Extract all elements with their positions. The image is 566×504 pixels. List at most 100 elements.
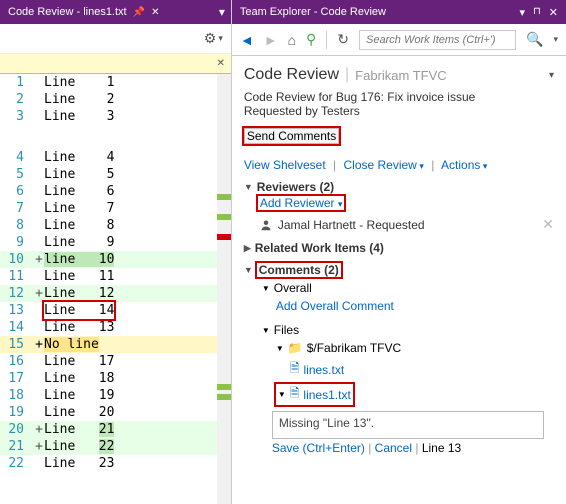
gear-caret-icon[interactable]: ▾ bbox=[218, 33, 223, 44]
file-link[interactable]: lines.txt bbox=[304, 363, 345, 377]
code-line[interactable]: 3Line 3 bbox=[0, 108, 231, 125]
overview-ruler[interactable] bbox=[217, 74, 231, 504]
code-line[interactable]: 20+Line 21 bbox=[0, 421, 231, 438]
close-review-link[interactable]: Close Review bbox=[343, 158, 416, 172]
diff-marker: + bbox=[34, 285, 44, 302]
send-comments-button[interactable]: Send Comments bbox=[244, 128, 339, 144]
line-number: 3 bbox=[0, 108, 34, 125]
search-input[interactable] bbox=[359, 30, 516, 50]
file-node-expanded[interactable]: ▼ 🗎 lines1.txt bbox=[276, 382, 554, 407]
close-tab-icon[interactable]: ✕ bbox=[151, 7, 159, 18]
line-number: 22 bbox=[0, 455, 34, 472]
remove-reviewer-icon[interactable]: ✕ bbox=[542, 216, 554, 233]
code-line[interactable]: 17Line 18 bbox=[0, 370, 231, 387]
code-line[interactable]: 2 Line 2 bbox=[0, 91, 231, 108]
triangle-down-icon: ▼ bbox=[278, 390, 286, 399]
gear-icon[interactable]: ⚙ bbox=[204, 30, 217, 47]
team-explorer-title-bar: Team Explorer - Code Review ▾ ⊓ ✕ bbox=[232, 0, 566, 24]
add-reviewer-link[interactable]: Add Reviewer ▾ bbox=[258, 196, 345, 210]
back-icon[interactable]: ◄ bbox=[240, 32, 254, 48]
triangle-down-icon: ▼ bbox=[276, 344, 284, 353]
diff-marker: + bbox=[34, 421, 44, 438]
overall-node[interactable]: ▼ Overall bbox=[262, 279, 554, 297]
code-line[interactable]: 19Line 20 bbox=[0, 404, 231, 421]
code-line[interactable]: 16Line 17 bbox=[0, 353, 231, 370]
reviewer-name: Jamal Hartnett - Requested bbox=[278, 218, 425, 232]
line-number: 2 bbox=[0, 91, 34, 108]
team-explorer-body: Code Review | Fabrikam TFVC ▾ Code Revie… bbox=[232, 56, 566, 504]
actions-caret[interactable]: ▾ bbox=[480, 161, 487, 171]
line-text: Line 14 bbox=[44, 302, 114, 319]
editor-tab-bar: Code Review - lines1.txt 📌 ✕ ▾ bbox=[0, 0, 231, 24]
code-line[interactable]: 7Line 7 bbox=[0, 200, 231, 217]
line-number: 11 bbox=[0, 268, 34, 285]
line-text: Line 2 bbox=[44, 91, 114, 108]
title-caret-icon[interactable]: ▾ bbox=[549, 70, 554, 81]
code-line[interactable]: 8Line 8 bbox=[0, 217, 231, 234]
home-icon[interactable]: ⌂ bbox=[288, 32, 296, 48]
files-node[interactable]: ▼ Files bbox=[262, 321, 554, 339]
save-comment-link[interactable]: Save (Ctrl+Enter) bbox=[272, 441, 365, 455]
diff-marker: + bbox=[34, 336, 44, 353]
close-icon[interactable]: ✕ bbox=[549, 6, 558, 19]
editor-tab[interactable]: Code Review - lines1.txt 📌 ✕ bbox=[0, 0, 167, 24]
line-number: 16 bbox=[0, 353, 34, 370]
requested-by: Requested by Testers bbox=[244, 104, 554, 118]
line-number: 20 bbox=[0, 421, 34, 438]
refresh-icon[interactable]: ↻ bbox=[337, 31, 349, 48]
reviewers-header[interactable]: ▼ Reviewers (2) bbox=[244, 180, 554, 194]
line-number: 12 bbox=[0, 285, 34, 302]
project-name: Fabrikam TFVC bbox=[355, 68, 447, 83]
code-line[interactable]: 15+No line bbox=[0, 336, 231, 353]
pin-icon[interactable]: 📌 bbox=[133, 7, 145, 18]
line-number: 15 bbox=[0, 336, 34, 353]
line-number: 10 bbox=[0, 251, 34, 268]
comment-text[interactable]: Missing "Line 13". bbox=[272, 411, 544, 439]
code-line[interactable]: 12+Line 12 bbox=[0, 285, 231, 302]
diff-marker: + bbox=[34, 251, 44, 268]
actions-link[interactable]: Actions bbox=[441, 158, 480, 172]
line-text: Line 4 bbox=[44, 149, 114, 166]
info-bar: ✕ bbox=[0, 54, 231, 74]
related-work-items-header[interactable]: ▶ Related Work Items (4) bbox=[244, 241, 554, 255]
close-review-caret[interactable]: ▾ bbox=[417, 161, 424, 171]
comments-header[interactable]: ▼ Comments (2) bbox=[244, 263, 554, 277]
file-link[interactable]: lines1.txt bbox=[303, 388, 350, 402]
dropdown-icon[interactable]: ▾ bbox=[519, 6, 525, 19]
team-explorer-toolbar: ◄ ► ⌂ ⚲ ↻ 🔍 ▾ bbox=[232, 24, 566, 56]
view-shelveset-link[interactable]: View Shelveset bbox=[244, 158, 326, 172]
code-area: 1Line 12 Line 23Line 3 4 Line 45Line 56Line… bbox=[0, 74, 231, 504]
line-number: 4 bbox=[0, 149, 34, 166]
code-line[interactable]: 9Line 9 bbox=[0, 234, 231, 251]
code-line[interactable]: 11Line 11 bbox=[0, 268, 231, 285]
connect-icon[interactable]: ⚲ bbox=[306, 31, 316, 48]
folder-node[interactable]: ▼ 📁 $/Fabrikam TFVC bbox=[276, 339, 554, 357]
cancel-comment-link[interactable]: Cancel bbox=[375, 441, 412, 455]
overall-label: Overall bbox=[274, 281, 312, 295]
code-line[interactable]: 21+Line 22 bbox=[0, 438, 231, 455]
line-number: 5 bbox=[0, 166, 34, 183]
comment-line-status: Line 13 bbox=[422, 441, 461, 455]
code-line[interactable]: 22Line 23 bbox=[0, 455, 231, 472]
line-number: 19 bbox=[0, 404, 34, 421]
code-line[interactable]: 13Line 14 bbox=[0, 302, 231, 319]
code-line[interactable]: 14Line 13 bbox=[0, 319, 231, 336]
file-node[interactable]: 🗎 lines.txt bbox=[290, 357, 554, 382]
forward-icon[interactable]: ► bbox=[264, 32, 278, 48]
code-line[interactable]: 6Line 6 bbox=[0, 183, 231, 200]
search-caret-icon[interactable]: ▾ bbox=[553, 34, 558, 45]
code-line[interactable]: 4 Line 4 bbox=[0, 149, 231, 166]
add-overall-comment-link[interactable]: Add Overall Comment bbox=[276, 299, 394, 313]
code-line[interactable]: 18Line 19 bbox=[0, 387, 231, 404]
code-line[interactable]: 1Line 1 bbox=[0, 74, 231, 91]
tab-overflow-icon[interactable]: ▾ bbox=[219, 5, 225, 19]
pin-icon[interactable]: ⊓ bbox=[533, 6, 541, 19]
search-icon[interactable]: 🔍 bbox=[526, 31, 543, 48]
line-number: 18 bbox=[0, 387, 34, 404]
code-line[interactable]: 10+line 10 bbox=[0, 251, 231, 268]
line-number: 1 bbox=[0, 74, 34, 91]
code-line[interactable]: 5Line 5 bbox=[0, 166, 231, 183]
triangle-down-icon: ▼ bbox=[262, 284, 270, 293]
folder-label: $/Fabrikam TFVC bbox=[307, 341, 401, 355]
infobar-close-icon[interactable]: ✕ bbox=[216, 58, 224, 69]
